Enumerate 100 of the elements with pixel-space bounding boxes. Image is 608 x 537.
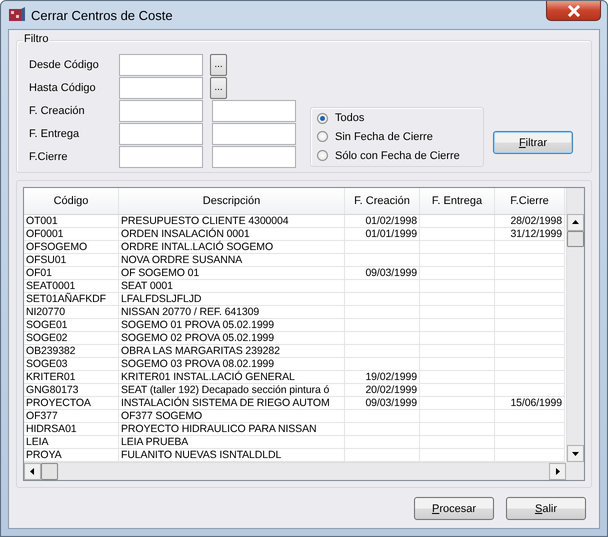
table-cell: OB239382	[24, 345, 119, 358]
table-cell	[495, 293, 565, 306]
table-cell: OF0001	[24, 228, 119, 241]
radio-option[interactable]: Sin Fecha de Cierre	[317, 130, 483, 143]
column-header[interactable]: Código	[24, 188, 119, 214]
scroll-up-icon[interactable]	[567, 214, 584, 231]
table-cell: OF377 SOGEMO	[119, 410, 345, 423]
table-cell: ORDRE INTAL.LACIÓ SOGEMO	[119, 241, 345, 254]
table-cell: OBRA LAS MARGARITAS 239282	[119, 345, 345, 358]
table-cell	[495, 436, 565, 449]
table-cell: SEAT0001	[24, 280, 119, 293]
column-header[interactable]: F. Entrega	[420, 188, 495, 214]
table-cell: SET01AÑAFKDF	[24, 293, 119, 306]
field-label: Desde Código	[29, 59, 100, 71]
action-button[interactable]: Salir	[506, 497, 586, 520]
filter-button[interactable]: Filtrar	[493, 131, 573, 154]
table-cell: SEAT (taller 192) Decapado sección pintura ó	[119, 384, 345, 397]
table-cell	[495, 306, 565, 319]
table-cell: OFSOGEMO	[24, 241, 119, 254]
table-cell: SOGEMO 01 PROVA 05.02.1999	[119, 319, 345, 332]
table-cell: GNG80173	[24, 384, 119, 397]
table-cell: KRITER01	[24, 371, 119, 384]
table-cell: 09/03/1999	[345, 267, 420, 280]
field-label: F. Creación	[29, 105, 86, 117]
group-label: Filtro	[23, 33, 50, 45]
field-label: F. Entrega	[29, 128, 80, 140]
input-field[interactable]	[119, 146, 203, 168]
column-header[interactable]: F.Cierre	[495, 188, 565, 214]
table-cell: 20/02/1999	[345, 384, 420, 397]
radio-button[interactable]	[317, 131, 328, 142]
table-cell: OF01	[24, 267, 119, 280]
table-cell: 15/06/1999	[495, 397, 565, 410]
window-title: Cerrar Centros de Coste	[31, 8, 173, 22]
table-cell: SEAT 0001	[119, 280, 345, 293]
table-cell: LEIA	[24, 436, 119, 449]
radio-button[interactable]	[317, 150, 328, 162]
table-cell: 01/01/1999	[345, 228, 420, 241]
table-cell: NOVA ORDRE SUSANNA	[119, 254, 345, 267]
table-cell: 01/02/1998	[345, 215, 420, 228]
horizontal-scrollbar[interactable]	[24, 462, 566, 480]
scroll-right-icon[interactable]	[549, 463, 566, 480]
table-cell: SOGE01	[24, 319, 119, 332]
scroll-left-icon[interactable]	[24, 463, 41, 480]
radio-button[interactable]	[317, 112, 328, 124]
table-cell: PROYECTOA	[24, 397, 119, 410]
table-cell: ORDEN INSALACIÓN 0001	[119, 228, 345, 241]
input-field[interactable]	[212, 146, 296, 168]
input-field[interactable]	[212, 100, 296, 122]
scrollbar-corner	[566, 462, 584, 480]
close-button[interactable]	[546, 1, 601, 21]
table-cell: 09/03/1999	[345, 397, 420, 410]
radio-option[interactable]: Todos	[317, 112, 483, 124]
close-icon	[566, 4, 580, 16]
table-cell: SOGE02	[24, 332, 119, 345]
table-cell: 19/02/1999	[345, 371, 420, 384]
table-cell	[495, 358, 565, 371]
action-button[interactable]: Procesar	[414, 497, 494, 520]
radio-option[interactable]: Sólo con Fecha de Cierre	[317, 150, 483, 162]
input-field[interactable]	[119, 123, 203, 145]
table-cell	[495, 384, 565, 397]
table-cell: OT001	[24, 215, 119, 228]
column-header[interactable]: F. Creación	[345, 188, 420, 214]
input-field[interactable]	[212, 123, 296, 145]
field-label: F.Cierre	[29, 151, 69, 163]
table-cell: NI20770	[24, 306, 119, 319]
table-cell: HIDRSA01	[24, 423, 119, 436]
table-cell	[495, 345, 565, 358]
table-cell: LFALFDSLJFLJD	[119, 293, 345, 306]
table-cell	[495, 423, 565, 436]
table-cell: 31/12/1999	[495, 228, 565, 241]
table-cell	[495, 319, 565, 332]
browse-button[interactable]: ...	[210, 77, 227, 99]
app-icon	[9, 7, 25, 23]
input-field[interactable]	[119, 77, 203, 99]
table-cell: 28/02/1998	[495, 215, 565, 228]
input-field[interactable]	[119, 54, 203, 76]
table-cell	[495, 267, 565, 280]
column-header[interactable]: Descripción	[119, 188, 345, 214]
table-cell: OFSU01	[24, 254, 119, 267]
table-cell	[495, 254, 565, 267]
scroll-thumb[interactable]	[567, 231, 584, 247]
table-cell	[495, 332, 565, 345]
table-cell: OF SOGEMO 01	[119, 267, 345, 280]
table-cell	[495, 410, 565, 423]
table-cell: OF377	[24, 410, 119, 423]
scroll-thumb[interactable]	[41, 463, 58, 480]
scroll-down-icon[interactable]	[567, 445, 584, 462]
table-cell: LEIA PRUEBA	[119, 436, 345, 449]
table-cell: PRESUPUESTO CLIENTE 4300004	[119, 215, 345, 228]
table-cell	[495, 371, 565, 384]
table-cell: SOGEMO 03 PROVA 08.02.1999	[119, 358, 345, 371]
browse-button[interactable]: ...	[210, 54, 227, 76]
table-cell: SOGEMO 02 PROVA 05.02.1999	[119, 332, 345, 345]
vertical-scrollbar[interactable]	[566, 188, 584, 462]
field-label: Hasta Código	[29, 82, 97, 94]
input-field[interactable]	[119, 100, 203, 122]
table-cell: SOGE03	[24, 358, 119, 371]
table-cell: KRITER01 INSTAL.LACIÓ GENERAL	[119, 371, 345, 384]
table-cell: INSTALACIÓN SISTEMA DE RIEGO AUTOM	[119, 397, 345, 410]
table-cell: NISSAN 20770 / REF. 641309	[119, 306, 345, 319]
